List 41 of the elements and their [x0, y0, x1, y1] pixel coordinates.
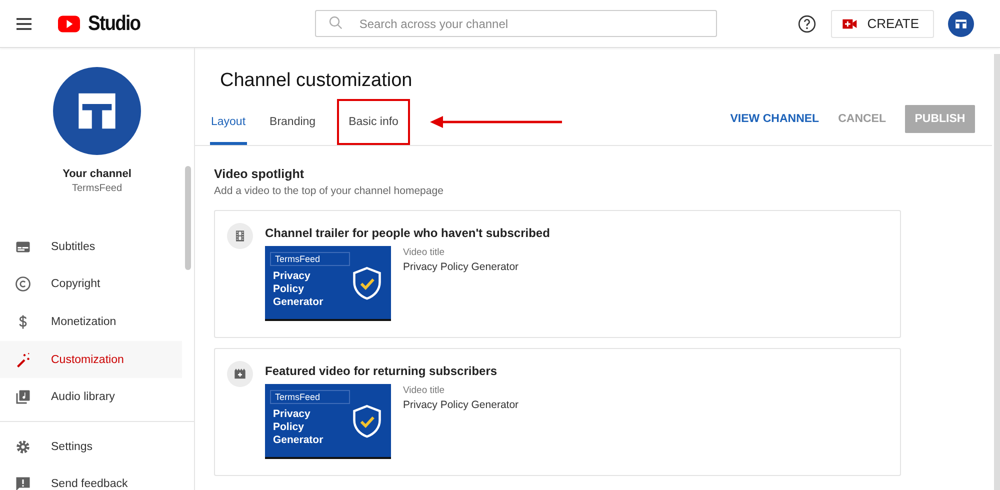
- video-title: Privacy Policy Generator: [403, 261, 519, 273]
- channel-avatar-icon[interactable]: [53, 67, 141, 155]
- logo-text[interactable]: Studio: [88, 12, 140, 36]
- thumbnail-title: Privacy Policy Generator: [273, 270, 324, 309]
- create-button[interactable]: CREATE: [831, 10, 934, 38]
- tab[interactable]: Layout: [210, 99, 247, 145]
- sidebar-item[interactable]: Subtitles: [0, 228, 182, 266]
- tab[interactable]: Branding: [258, 99, 327, 145]
- scrollbar-track[interactable]: [994, 54, 1000, 490]
- channel-name: TermsFeed: [72, 183, 122, 194]
- settings-icon: [14, 438, 32, 456]
- annotation-arrow-icon: [430, 116, 562, 128]
- video-thumbnail[interactable]: TermsFeed Privacy Policy Generator: [265, 384, 391, 459]
- field-label: Video title: [403, 385, 446, 396]
- channel-label: Your channel: [62, 168, 132, 180]
- sidebar-item[interactable]: Audio library: [0, 378, 182, 416]
- scrollbar-thumb[interactable]: [185, 166, 191, 270]
- sidebar-item[interactable]: Settings: [0, 428, 182, 466]
- search-field[interactable]: Search across your channel: [315, 10, 718, 37]
- tab[interactable]: Basic info: [336, 99, 410, 145]
- avatar-icon[interactable]: [948, 10, 974, 36]
- sidebar-item[interactable]: Copyright: [0, 266, 182, 304]
- section-title: Video spotlight: [214, 167, 306, 181]
- help-icon[interactable]: [797, 14, 818, 34]
- page-title: Channel customization: [220, 70, 414, 92]
- thumbnail-brand: TermsFeed: [270, 390, 350, 404]
- thumbnail-brand: TermsFeed: [270, 252, 350, 266]
- video-title: Privacy Policy Generator: [403, 399, 519, 411]
- feedback-icon: [14, 475, 32, 490]
- copyright-icon: [14, 275, 32, 294]
- sidebar-item[interactable]: Send feedback: [0, 466, 182, 490]
- sidebar-item[interactable]: Monetization: [0, 303, 182, 341]
- video-thumbnail[interactable]: TermsFeed Privacy Policy Generator: [265, 246, 391, 321]
- section-description: Add a video to the top of your channel homepage: [214, 185, 444, 197]
- action-link[interactable]: VIEW CHANNEL: [730, 113, 820, 125]
- slot-title: Channel trailer for people who haven't subscribed: [265, 226, 550, 240]
- sidebar-item[interactable]: Customization: [0, 340, 182, 378]
- thumbnail-title: Privacy Policy Generator: [273, 408, 324, 447]
- music-library-icon: [14, 388, 32, 406]
- field-label: Video title: [403, 247, 446, 258]
- slot-title: Featured video for returning subscribers: [265, 364, 498, 378]
